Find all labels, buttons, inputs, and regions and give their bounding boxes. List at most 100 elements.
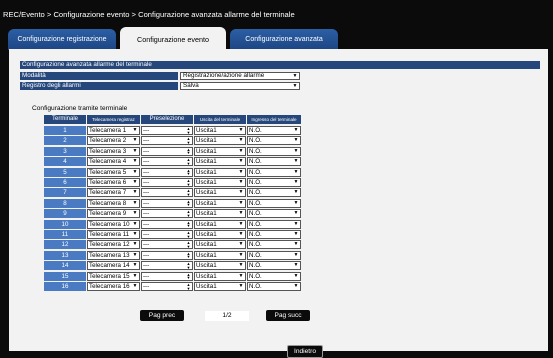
settings-panel: Configurazione avanzata allarme del term… [9,49,548,358]
input-select[interactable]: N.O. ▼ [247,126,301,135]
tab-recording-settings[interactable]: Configurazione registrazione [8,29,116,50]
input-select[interactable]: N.O. ▼ [247,136,301,146]
dropdown-icon: ▼ [293,241,299,248]
camera-select[interactable]: Telecamera 8 ▼ [87,198,140,208]
output-select[interactable]: Uscita1 ▼ [194,188,246,198]
next-page-button[interactable]: Pag succ [266,310,310,321]
input-select[interactable]: N.O. ▼ [247,167,301,177]
input-select[interactable]: N.O. ▼ [247,261,301,271]
output-select[interactable]: Uscita1 ▼ [194,178,246,187]
camera-select[interactable]: Telecamera 4 ▼ [87,157,140,167]
camera-select[interactable]: Telecamera 9 ▼ [87,209,140,219]
preset-spinner[interactable]: --- ▲ ▼ [141,136,193,146]
preset-spinner[interactable]: --- ▲ ▼ [141,188,193,198]
mode-label: Modalità [20,72,178,80]
preset-spinner[interactable]: --- ▲ ▼ [141,271,193,281]
input-select[interactable]: N.O. ▼ [247,240,301,250]
preset-spinner[interactable]: --- ▲ ▼ [141,167,193,177]
preset-spinner[interactable]: --- ▲ ▼ [141,126,193,135]
input-select[interactable]: N.O. ▼ [247,282,301,291]
output-select[interactable]: Uscita1 ▼ [194,261,246,271]
input-select[interactable]: N.O. ▼ [247,198,301,208]
dropdown-icon: ▼ [238,272,244,279]
output-select[interactable]: Uscita1 ▼ [194,198,246,208]
camera-select-text: Telecamera 11 [89,231,130,238]
camera-select[interactable]: Telecamera 12 ▼ [87,240,140,250]
input-select[interactable]: N.O. ▼ [247,230,301,239]
spinner-icon: ▲ ▼ [186,250,191,260]
camera-select[interactable]: Telecamera 3 ▼ [87,146,140,156]
input-select[interactable]: N.O. ▼ [247,209,301,219]
preset-spinner[interactable]: --- ▲ ▼ [141,240,193,250]
output-select-text: Uscita1 [196,179,217,186]
input-select[interactable]: N.O. ▼ [247,250,301,260]
preset-spinner[interactable]: --- ▲ ▼ [141,282,193,291]
output-select-text: Uscita1 [196,231,217,238]
input-select[interactable]: N.O. ▼ [247,157,301,167]
output-select[interactable]: Uscita1 ▼ [194,250,246,260]
camera-select[interactable]: Telecamera 10 ▼ [87,219,140,229]
column-header-preset: Preselezione [141,115,193,124]
alarm-log-select[interactable]: Salva ▼ [180,82,300,90]
input-select[interactable]: N.O. ▼ [247,146,301,156]
camera-select[interactable]: Telecamera 1 ▼ [87,126,140,135]
preset-spinner[interactable]: --- ▲ ▼ [141,178,193,187]
input-select-text: N.O. [249,168,262,176]
preset-spinner[interactable]: --- ▲ ▼ [141,219,193,229]
terminal-number: 10 [44,219,86,229]
output-select-text: Uscita1 [196,199,217,207]
prev-page-button[interactable]: Pag prec [140,310,184,321]
preset-spinner[interactable]: --- ▲ ▼ [141,230,193,239]
output-select[interactable]: Uscita1 ▼ [194,126,246,135]
camera-select[interactable]: Telecamera 15 ▼ [87,271,140,281]
preset-spinner[interactable]: --- ▲ ▼ [141,157,193,167]
camera-select[interactable]: Telecamera 14 ▼ [87,261,140,271]
input-select[interactable]: N.O. ▼ [247,219,301,229]
camera-select[interactable]: Telecamera 7 ▼ [87,188,140,198]
mode-select[interactable]: Registrazione/azione allarme ▼ [180,72,300,80]
preset-spinner[interactable]: --- ▲ ▼ [141,261,193,271]
output-select-text: Uscita1 [196,220,217,228]
camera-select[interactable]: Telecamera 13 ▼ [87,250,140,260]
output-select-text: Uscita1 [196,262,217,270]
camera-select[interactable]: Telecamera 6 ▼ [87,178,140,187]
output-select[interactable]: Uscita1 ▼ [194,282,246,291]
output-select[interactable]: Uscita1 ▼ [194,271,246,281]
preset-spinner[interactable]: --- ▲ ▼ [141,198,193,208]
preset-spinner-text: --- [143,189,150,197]
camera-select[interactable]: Telecamera 2 ▼ [87,136,140,146]
input-select[interactable]: N.O. ▼ [247,271,301,281]
output-select[interactable]: Uscita1 ▼ [194,230,246,239]
output-select[interactable]: Uscita1 ▼ [194,136,246,146]
tab-advanced-settings[interactable]: Configurazione avanzata [230,29,338,50]
spinner-icon: ▲ ▼ [186,261,191,270]
output-select-text: Uscita1 [196,127,217,134]
output-select[interactable]: Uscita1 ▼ [194,146,246,156]
camera-select[interactable]: Telecamera 11 ▼ [87,230,140,239]
preset-spinner-text: --- [143,127,150,134]
output-select[interactable]: Uscita1 ▼ [194,240,246,250]
preset-spinner-text: --- [143,147,150,155]
terminal-number: 13 [44,250,86,260]
input-select-text: N.O. [249,210,262,218]
output-select[interactable]: Uscita1 ▼ [194,219,246,229]
terminal-number: 4 [44,157,86,167]
output-select-text: Uscita1 [196,158,217,166]
dropdown-icon: ▼ [238,220,244,227]
tab-event-settings[interactable]: Configurazione evento [120,27,226,51]
camera-select-text: Telecamera 5 [89,168,127,176]
input-select[interactable]: N.O. ▼ [247,178,301,187]
output-select[interactable]: Uscita1 ▼ [194,157,246,167]
camera-select[interactable]: Telecamera 5 ▼ [87,167,140,177]
preset-spinner[interactable]: --- ▲ ▼ [141,250,193,260]
camera-select[interactable]: Telecamera 16 ▼ [87,282,140,291]
back-button[interactable]: Indietro [287,345,323,358]
dropdown-icon: ▼ [293,220,299,227]
output-select[interactable]: Uscita1 ▼ [194,167,246,177]
output-select[interactable]: Uscita1 ▼ [194,209,246,219]
input-select[interactable]: N.O. ▼ [247,188,301,198]
preset-spinner[interactable]: --- ▲ ▼ [141,146,193,156]
dropdown-icon: ▼ [292,83,298,89]
preset-spinner[interactable]: --- ▲ ▼ [141,209,193,219]
dropdown-icon: ▼ [293,158,299,165]
